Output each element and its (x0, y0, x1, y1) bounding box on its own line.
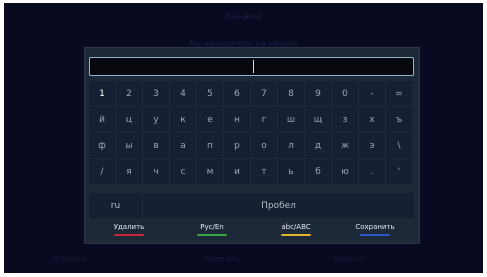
language-label: Рус/En (200, 223, 224, 231)
keyboard-bottom-row: ru Пробел (89, 193, 414, 218)
key[interactable]: \ (386, 133, 412, 158)
key[interactable]: ' (386, 159, 412, 184)
key[interactable]: т (251, 159, 277, 184)
tv-screen: Каналы Вы находитесь на канале Добавить … (4, 3, 483, 273)
text-input[interactable] (89, 57, 414, 76)
key[interactable]: й (89, 107, 115, 132)
key[interactable]: = (386, 81, 412, 106)
key[interactable]: г (251, 107, 277, 132)
key[interactable]: 8 (278, 81, 304, 106)
case-function[interactable]: abc/ABC (261, 223, 331, 236)
green-button-indicator (197, 234, 227, 236)
key[interactable]: ю (332, 159, 358, 184)
key[interactable]: л (278, 133, 304, 158)
lang-key[interactable]: ru (89, 193, 142, 218)
key[interactable]: ж (332, 133, 358, 158)
key-row: йцукенгшщзхъ (89, 107, 413, 132)
background-footer-mid: Изменить (204, 255, 240, 263)
key[interactable]: / (89, 159, 115, 184)
key[interactable]: к (170, 107, 196, 132)
key[interactable]: 2 (116, 81, 142, 106)
key[interactable]: 1 (89, 81, 115, 106)
key[interactable]: 9 (305, 81, 331, 106)
key-row: 1 2 3 4 5 6 7 8 9 0- = (89, 81, 413, 106)
key[interactable]: н (224, 107, 250, 132)
language-function[interactable]: Рус/En (177, 223, 247, 236)
key[interactable]: в (143, 133, 169, 158)
key[interactable]: х (359, 107, 385, 132)
key[interactable]: с (170, 159, 196, 184)
save-label: Сохранить (355, 223, 395, 231)
key[interactable]: о (251, 133, 277, 158)
key[interactable]: я (116, 159, 142, 184)
yellow-button-indicator (281, 234, 311, 236)
space-key[interactable]: Пробел (143, 193, 414, 218)
key[interactable]: ъ (386, 107, 412, 132)
delete-label: Удалить (113, 223, 145, 231)
key[interactable]: - (359, 81, 385, 106)
key[interactable]: м (197, 159, 223, 184)
key[interactable]: п (197, 133, 223, 158)
keyboard-dialog: 1 2 3 4 5 6 7 8 9 0- = й ц у к е н г ш щ з х ъ ф ы в а п р о л д ж э \ / я ч с… (84, 47, 420, 244)
key[interactable]: 5 (197, 81, 223, 106)
key[interactable]: р (224, 133, 250, 158)
key[interactable]: у (143, 107, 169, 132)
key[interactable]: 6 (224, 81, 250, 106)
key[interactable]: ы (116, 133, 142, 158)
save-function[interactable]: Сохранить (340, 223, 410, 236)
key[interactable]: б (305, 159, 331, 184)
key-grid: 1 2 3 4 5 6 7 8 9 0- = й ц у к е н г ш щ з х ъ ф ы в а п р о л д ж э \ / я ч с… (89, 81, 413, 185)
key[interactable]: ь (278, 159, 304, 184)
blue-button-indicator (360, 234, 390, 236)
case-label: abc/ABC (281, 223, 311, 231)
background-footer-right: Удалить (334, 255, 365, 263)
key[interactable]: . (359, 159, 385, 184)
key[interactable]: 3 (143, 81, 169, 106)
key[interactable]: з (332, 107, 358, 132)
key[interactable]: 7 (251, 81, 277, 106)
key-row: / я ч с м и т ь б ю. ' (89, 159, 413, 184)
delete-function[interactable]: Удалить (94, 223, 164, 236)
background-footer-left: Добавить (52, 255, 88, 263)
key[interactable]: ч (143, 159, 169, 184)
key[interactable]: ф (89, 133, 115, 158)
key[interactable]: ш (278, 107, 304, 132)
text-cursor (253, 60, 254, 73)
key[interactable]: э (359, 133, 385, 158)
key-row: ф ы в а п р о л д ж э \ (89, 133, 413, 158)
key[interactable]: 4 (170, 81, 196, 106)
background-title: Каналы (225, 12, 262, 22)
red-button-indicator (114, 234, 144, 236)
key[interactable]: е (197, 107, 223, 132)
key[interactable]: ц (116, 107, 142, 132)
key[interactable]: а (170, 133, 196, 158)
key[interactable]: 0 (332, 81, 358, 106)
key[interactable]: д (305, 133, 331, 158)
key[interactable]: щ (305, 107, 331, 132)
key[interactable]: и (224, 159, 250, 184)
